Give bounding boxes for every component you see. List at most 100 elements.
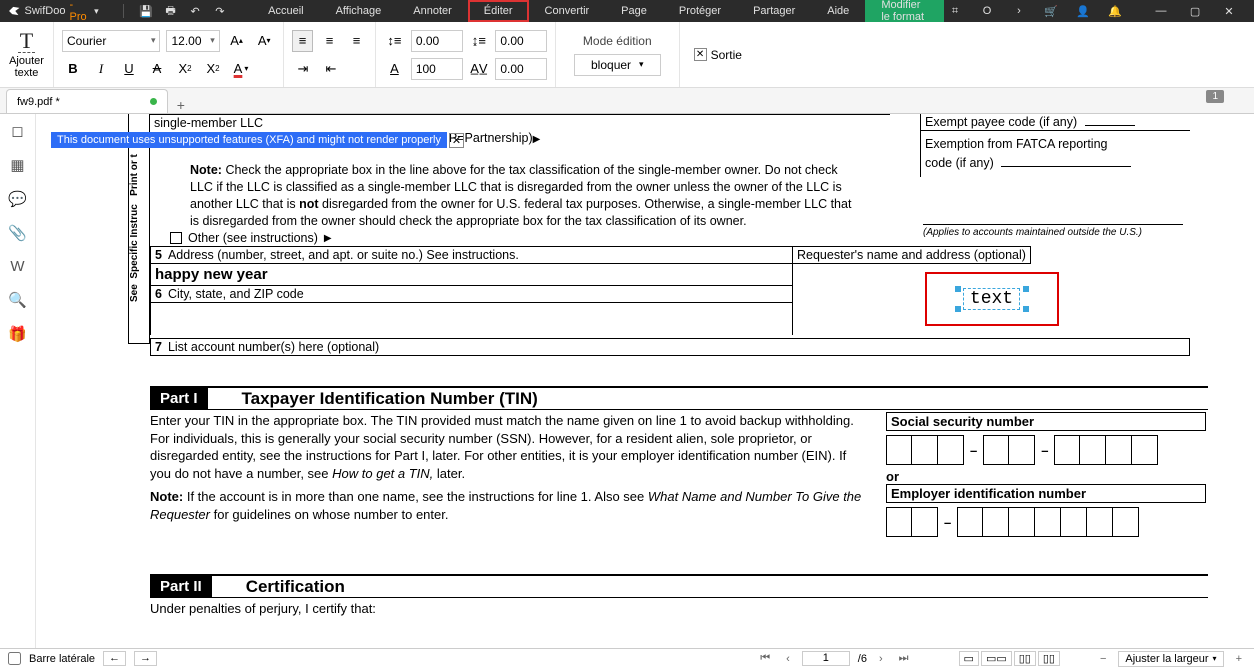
zoom-out-button[interactable]: − [1096,653,1110,665]
menu-convertir[interactable]: Convertir [529,0,606,22]
bookmark-icon[interactable]: ◻ [11,122,23,140]
prev-page-button[interactable]: ‹ [782,653,794,665]
status-bar: Barre latérale ← → ⏮ ‹ 1 /6 › ⏭ ▭ ▭▭ ▯▯ … [0,648,1254,668]
page-badge: 1 [1206,90,1224,103]
last-page-button[interactable]: ⏭ [895,652,913,665]
page-total: /6 [858,653,867,665]
strike-button[interactable]: A [146,58,168,80]
word-icon[interactable]: W [10,258,24,275]
ein-boxes[interactable]: – [886,507,1206,537]
tab-label: fw9.pdf * [17,96,60,108]
app-menu-chevron[interactable]: ▾ [94,6,99,17]
thumbnails-icon[interactable]: ▦ [10,156,24,174]
zoom-in-button[interactable]: + [1232,653,1246,665]
zoom-select[interactable]: Ajuster la largeur▾ [1118,651,1223,667]
doc-line-single: single-member LLC [150,114,890,131]
search-icon[interactable]: 🔍 [8,291,27,309]
char-scale-icon: A [384,58,405,80]
font-color-button[interactable]: A▾ [230,58,252,80]
ssn-boxes[interactable]: – – [886,435,1206,465]
titlebar-right: ⌗ O › 🛒 👤 🔔 — ▢ ✕ [944,5,1246,18]
char-scale-input[interactable]: 100 [411,58,463,80]
left-sidebar: ◻ ▦ 💬 📎 W 🔍 🎁 [0,114,36,648]
address-value[interactable]: happy new year [150,264,792,285]
close-button[interactable]: ✕ [1212,5,1246,18]
nav-back[interactable]: ← [103,651,126,666]
char-spacing-input[interactable]: 0.00 [495,58,547,80]
sidebar-toggle[interactable] [8,652,21,665]
line-spacing-icon-2: ↨≡ [469,30,490,52]
titlebar: SwifDoo-Pro ▾ 💾 🖶 ↶ ↷ Accueil Affichage … [0,0,1254,22]
font-shrink-icon[interactable]: A▾ [253,30,275,52]
nav-fwd[interactable]: → [134,651,157,666]
document-area[interactable]: This document uses unsupported features … [36,114,1254,648]
cart-icon[interactable]: 🛒 [1040,5,1062,18]
gift-icon[interactable]: 🎁 [8,325,27,343]
edit-mode-label: Mode édition [583,34,652,48]
redo-icon[interactable]: ↷ [207,5,232,18]
view-cont-two-icon[interactable]: ▯▯ [1038,651,1060,666]
grid-icon[interactable]: ⌗ [944,5,966,18]
font-grow-icon[interactable]: A▴ [226,30,248,52]
align-right-button[interactable]: ≡ [346,30,367,52]
first-page-button[interactable]: ⏮ [756,652,774,665]
xfa-warning: This document uses unsupported features … [51,132,464,148]
italic-button[interactable]: I [90,58,112,80]
view-mode-group: ▭ ▭▭ ▯▯ ▯▯ [959,651,1060,666]
align-center-button[interactable]: ≡ [319,30,340,52]
line-spacing-icon: ↕≡ [384,30,405,52]
attachments-icon[interactable]: 📎 [8,224,27,242]
indent-dec-button[interactable]: ⇤ [320,58,342,80]
new-tab-button[interactable]: + [168,97,194,113]
next-page-button[interactable]: › [875,653,887,665]
swifdoo-icon [8,4,21,18]
comments-icon[interactable]: 💬 [8,190,27,208]
app-name: SwifDoo [25,5,66,17]
print-icon[interactable]: 🖶 [158,2,183,21]
bold-button[interactable]: B [62,58,84,80]
chevron-right-icon[interactable]: › [1008,5,1030,17]
font-select[interactable]: Courier▾ [62,30,160,52]
menu-aide[interactable]: Aide [811,0,865,22]
main-menu: Accueil Affichage Annoter Éditer Convert… [252,0,944,22]
maximize-button[interactable]: ▢ [1178,5,1212,18]
menu-annoter[interactable]: Annoter [397,0,468,22]
circle-icon[interactable]: O [976,5,998,17]
menu-modifier-format[interactable]: Modifier le format [865,0,944,22]
view-two-icon[interactable]: ▯▯ [1014,651,1036,666]
indent-inc-button[interactable]: ⇥ [292,58,314,80]
save-icon[interactable]: 💾 [134,5,159,18]
align-left-button[interactable]: ≡ [292,30,313,52]
bell-icon[interactable]: 🔔 [1104,5,1126,18]
menu-editer[interactable]: Éditer [468,0,529,22]
subscript-button[interactable]: X2 [202,58,224,80]
minimize-button[interactable]: — [1144,5,1178,18]
menu-proteger[interactable]: Protéger [663,0,737,22]
font-size-select[interactable]: 12.00▾ [166,30,219,52]
block-mode-button[interactable]: bloquer▾ [574,54,661,76]
menu-page[interactable]: Page [605,0,663,22]
exit-button[interactable]: ✕Sortie [694,48,742,62]
undo-icon[interactable]: ↶ [183,5,208,18]
add-text-icon: T [18,30,35,53]
app-suffix: -Pro [69,0,88,23]
page-input[interactable]: 1 [802,651,850,666]
tab-strip: fw9.pdf * + 1 [0,88,1254,114]
tab-modified-dot [150,98,157,105]
view-cont-icon[interactable]: ▭▭ [981,651,1012,666]
selected-text-box[interactable]: text [925,272,1059,326]
warning-close-button[interactable]: ✕ [449,133,464,148]
line-spacing-a-input[interactable]: 0.00 [411,30,463,52]
superscript-button[interactable]: X2 [174,58,196,80]
ribbon: T Ajoutertexte Courier▾ 12.00▾ A▴ A▾ B I… [0,22,1254,88]
line-spacing-b-input[interactable]: 0.00 [495,30,547,52]
underline-button[interactable]: U [118,58,140,80]
document-tab[interactable]: fw9.pdf * [6,89,168,113]
menu-affichage[interactable]: Affichage [320,0,398,22]
char-spacing-icon: A̲V̲ [469,58,490,80]
view-single-icon[interactable]: ▭ [959,651,979,666]
menu-partager[interactable]: Partager [737,0,811,22]
menu-accueil[interactable]: Accueil [252,0,319,22]
add-text-tool[interactable]: T Ajoutertexte [0,22,54,87]
user-icon[interactable]: 👤 [1072,5,1094,18]
